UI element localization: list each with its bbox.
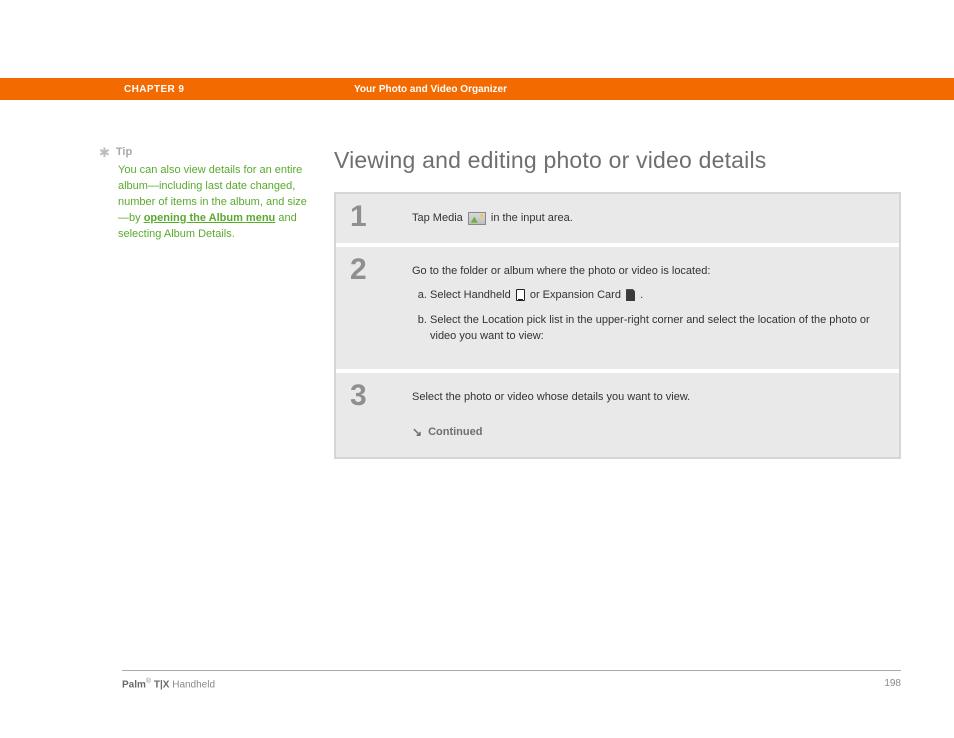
footer-brand: Palm <box>122 679 146 690</box>
footer-divider <box>122 670 901 671</box>
step-number: 1 <box>336 194 412 243</box>
step-row: 3 Select the photo or video whose detail… <box>336 373 899 458</box>
step-text: Select the photo or video whose details … <box>412 389 883 406</box>
step-body: Tap Media in the input area. <box>412 194 899 243</box>
page-content: ✱ Tip You can also view details for an e… <box>99 145 901 459</box>
page-footer: Palm® T|X Handheld 198 <box>122 678 901 690</box>
step-number: 2 <box>336 247 412 369</box>
step-row: 1 Tap Media in the input area. <box>336 194 899 247</box>
substep-a: Select Handheld or Expansion Card . <box>430 287 883 304</box>
footer-model: T|X <box>151 679 169 690</box>
steps-container: 1 Tap Media in the input area. 2 Go to t… <box>334 192 901 459</box>
tip-asterisk-icon: ✱ <box>99 146 110 159</box>
tip-sidebar: ✱ Tip You can also view details for an e… <box>99 145 334 243</box>
tip-label: Tip <box>116 145 132 161</box>
main-column: Viewing and editing photo or video detai… <box>334 145 901 459</box>
step-intro: Go to the folder or album where the phot… <box>412 263 883 280</box>
open-album-menu-link[interactable]: opening the Album menu <box>144 212 276 224</box>
step-number: 3 <box>336 373 412 458</box>
step-body: Go to the folder or album where the phot… <box>412 247 899 369</box>
chapter-label: CHAPTER 9 <box>124 84 184 95</box>
substep-text: . <box>640 289 643 301</box>
media-app-icon <box>468 212 486 225</box>
chapter-header-bar: CHAPTER 9 Your Photo and Video Organizer <box>0 78 954 100</box>
step-row: 2 Go to the folder or album where the ph… <box>336 247 899 373</box>
substep-b: Select the Location pick list in the upp… <box>430 312 883 345</box>
continued-label: Continued <box>428 424 482 441</box>
chapter-section-title: Your Photo and Video Organizer <box>354 84 507 95</box>
handheld-icon <box>516 289 525 301</box>
step-text: in the input area. <box>491 212 573 224</box>
substep-text: or Expansion Card <box>530 289 624 301</box>
continued-indicator: ↘ Continued <box>412 423 883 441</box>
footer-product-name: Palm® T|X Handheld <box>122 678 215 690</box>
footer-model-suffix: Handheld <box>169 679 215 690</box>
expansion-card-icon <box>626 289 635 301</box>
page-title: Viewing and editing photo or video detai… <box>334 147 901 174</box>
tip-body: You can also view details for an entire … <box>118 163 314 243</box>
page-number: 198 <box>884 678 901 690</box>
step-body: Select the photo or video whose details … <box>412 373 899 458</box>
step-text: Tap Media <box>412 212 466 224</box>
continued-arrow-icon: ↘ <box>412 423 422 441</box>
substep-text: Select Handheld <box>430 289 514 301</box>
